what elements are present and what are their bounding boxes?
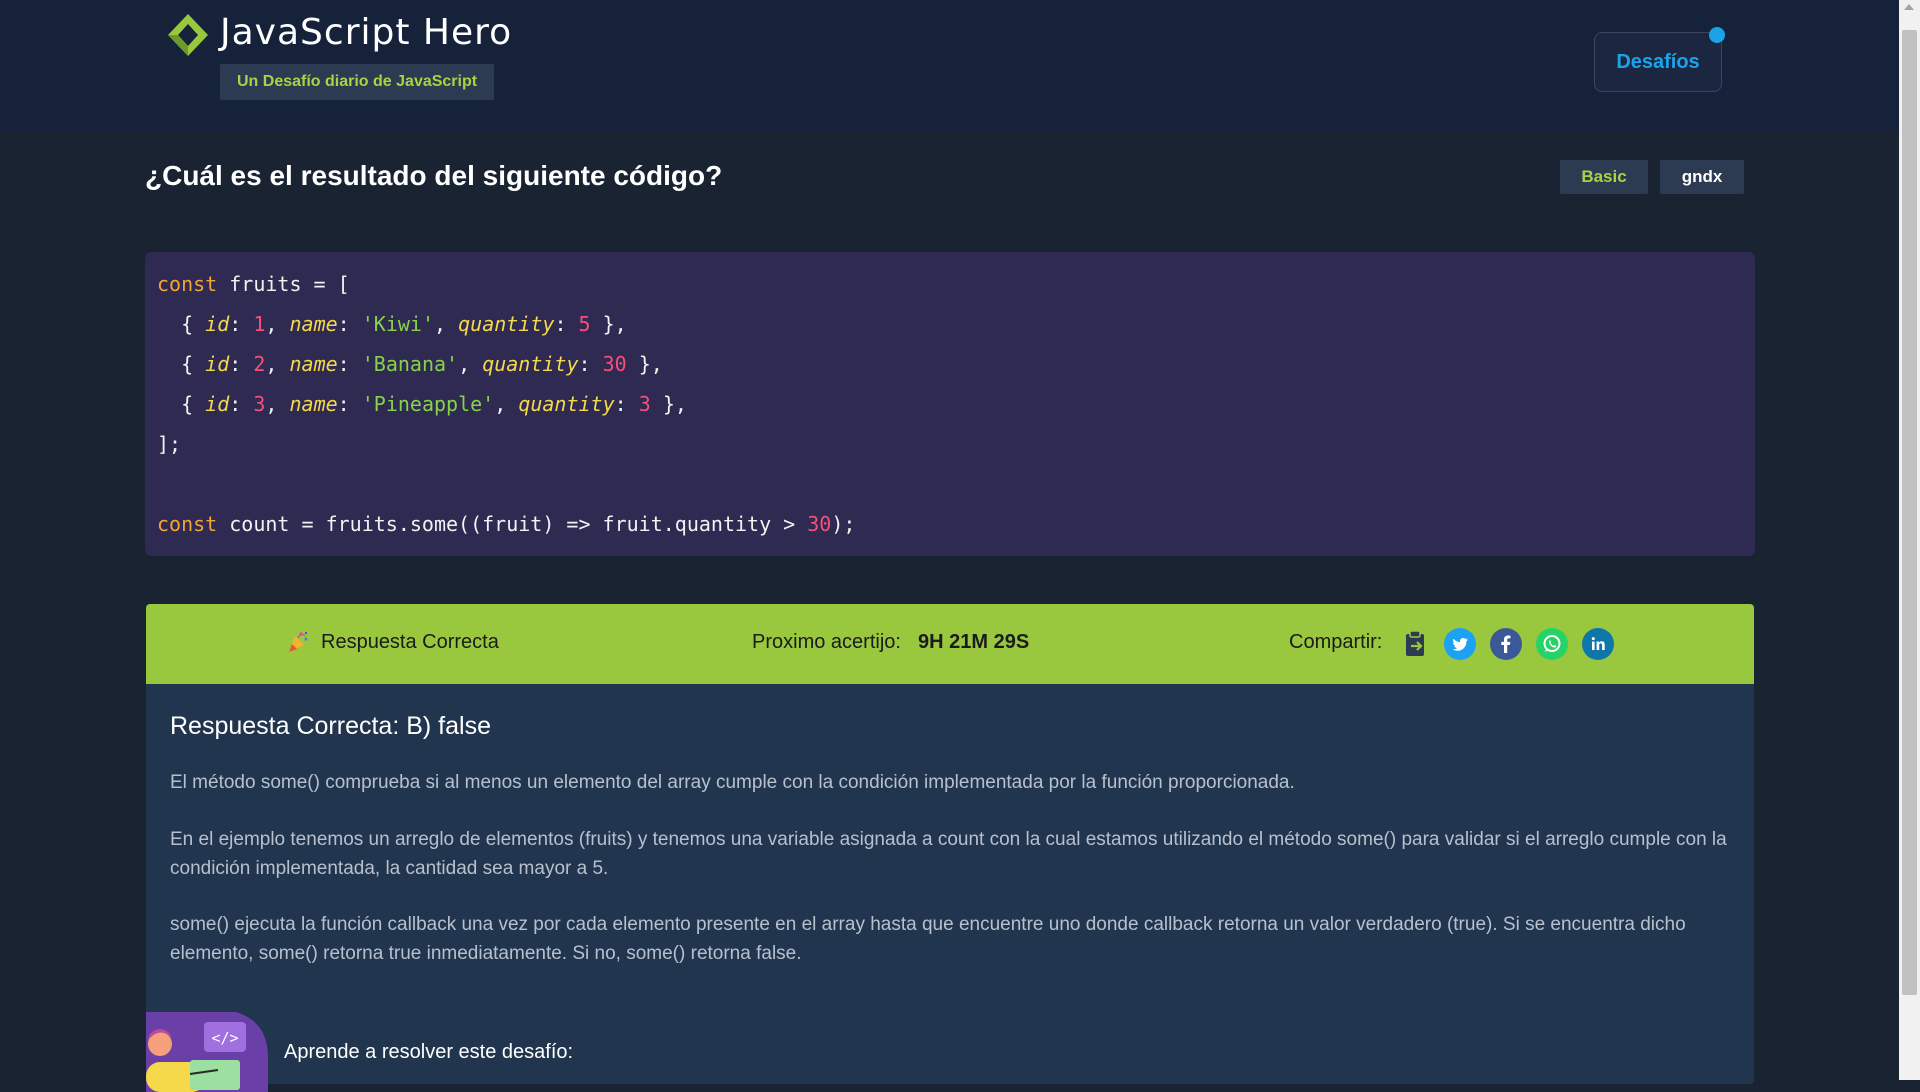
- code-token: :: [229, 312, 254, 336]
- code-token: :: [337, 352, 362, 376]
- code-token: ,: [265, 352, 290, 376]
- app-title[interactable]: JavaScript Hero: [220, 12, 512, 53]
- logo-icon[interactable]: [166, 12, 210, 58]
- code-token: 'Pineapple': [361, 392, 495, 416]
- code-block: const fruits = [ { id: 1, name: 'Kiwi', …: [145, 252, 1755, 556]
- code-token: quantity: [458, 312, 555, 336]
- code-token: },: [650, 392, 687, 416]
- code-token: name: [289, 312, 338, 336]
- code-token: name: [289, 352, 338, 376]
- level-tag[interactable]: Basic: [1560, 160, 1648, 194]
- challenges-button[interactable]: Desafíos: [1594, 32, 1722, 92]
- code-line: const count = fruits.some((fruit) => fru…: [157, 504, 855, 544]
- vertical-scrollbar[interactable]: [1899, 0, 1920, 1080]
- code-token: 30: [602, 352, 627, 376]
- linkedin-icon[interactable]: [1582, 628, 1614, 660]
- code-token: :: [337, 392, 362, 416]
- code-token: ,: [458, 352, 483, 376]
- author-tag[interactable]: gndx: [1660, 160, 1744, 194]
- code-token: 3: [253, 392, 266, 416]
- question-title: ¿Cuál es el resultado del siguiente códi…: [145, 160, 723, 191]
- code-token: 3: [638, 392, 651, 416]
- scrollbar-thumb[interactable]: [1902, 30, 1917, 995]
- code-line: { id: 1, name: 'Kiwi', quantity: 5 },: [157, 304, 627, 344]
- share-label: Compartir:: [1289, 631, 1383, 653]
- code-token: 2: [253, 352, 266, 376]
- explanation-paragraph: El método some() comprueba si al menos u…: [170, 772, 1295, 793]
- svg-text:</>: </>: [211, 1029, 238, 1047]
- code-token: 5: [578, 312, 591, 336]
- app-subtitle: Un Desafío diario de JavaScript: [220, 64, 495, 100]
- code-token: :: [229, 392, 254, 416]
- code-token: :: [229, 352, 254, 376]
- code-token: const: [157, 512, 218, 536]
- scroll-up-arrow-icon[interactable]: [1904, 4, 1914, 10]
- code-token: quantity: [482, 352, 579, 376]
- code-token: :: [554, 312, 579, 336]
- next-puzzle-label: Proximo acertijo:: [752, 631, 901, 653]
- learn-illustration[interactable]: </>: [146, 1012, 268, 1092]
- code-token: :: [337, 312, 362, 336]
- code-token: quantity: [518, 392, 615, 416]
- code-token: },: [626, 352, 663, 376]
- code-token: id: [205, 392, 230, 416]
- code-line: { id: 2, name: 'Banana', quantity: 30 },: [157, 344, 663, 384]
- party-popper-icon: [289, 631, 308, 652]
- code-token: id: [205, 312, 230, 336]
- code-token: 'Banana': [361, 352, 459, 376]
- answer-title: Respuesta Correcta: B) false: [170, 712, 491, 740]
- code-token: :: [578, 352, 603, 376]
- explanation-panel: Respuesta Correcta: B) false El método s…: [146, 684, 1754, 1092]
- code-token: ,: [434, 312, 459, 336]
- code-token: 30: [807, 512, 832, 536]
- code-token: {: [157, 392, 206, 416]
- whatsapp-icon[interactable]: [1536, 628, 1568, 660]
- facebook-icon[interactable]: [1490, 628, 1522, 660]
- code-line: { id: 3, name: 'Pineapple', quantity: 3 …: [157, 384, 687, 424]
- code-token: ,: [265, 312, 290, 336]
- twitter-icon[interactable]: [1444, 628, 1476, 660]
- explanation-paragraph: En el ejemplo tenemos un arreglo de elem…: [170, 829, 1727, 879]
- code-token: ,: [494, 392, 519, 416]
- header: JavaScript Hero Un Desafío diario de Jav…: [0, 0, 1899, 132]
- notification-dot: [1709, 27, 1725, 43]
- result-status: Respuesta Correcta: [321, 631, 499, 653]
- clipboard-icon[interactable]: [1399, 628, 1431, 660]
- code-token: ];: [157, 432, 182, 456]
- code-token: 1: [253, 312, 266, 336]
- code-line: const fruits = [: [157, 264, 350, 304]
- code-token: );: [831, 512, 856, 536]
- explanation-paragraph: some() ejecuta la función callback una v…: [170, 914, 1686, 964]
- code-token: {: [157, 352, 206, 376]
- code-token: {: [157, 312, 206, 336]
- code-token: name: [289, 392, 338, 416]
- next-puzzle-countdown: 9H 21M 29S: [918, 631, 1030, 653]
- code-token: },: [590, 312, 627, 336]
- code-line: ];: [157, 424, 181, 464]
- code-token: id: [205, 352, 230, 376]
- learn-label: Aprende a resolver este desafío:: [284, 1041, 574, 1063]
- result-bar: Respuesta Correcta Proximo acertijo: 9H …: [146, 604, 1754, 684]
- code-token: fruits = [: [217, 272, 350, 296]
- code-token: count = fruits.some((fruit) => fruit.qua…: [217, 512, 808, 536]
- code-token: const: [157, 272, 218, 296]
- code-token: ,: [265, 392, 290, 416]
- code-token: 'Kiwi': [361, 312, 435, 336]
- code-token: :: [614, 392, 639, 416]
